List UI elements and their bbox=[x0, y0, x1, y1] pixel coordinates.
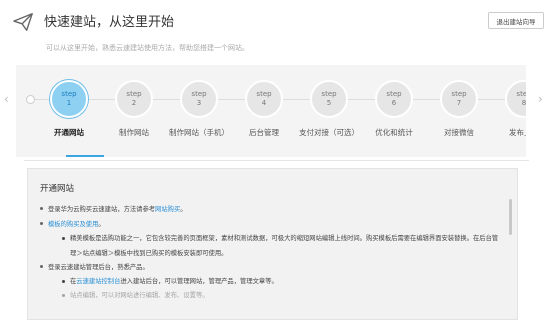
chevron-right-icon[interactable]: › bbox=[538, 93, 543, 105]
step-7[interactable]: step 7 对接微信 bbox=[424, 80, 494, 138]
step-number: 7 bbox=[456, 99, 462, 107]
step-word: step bbox=[256, 90, 272, 99]
panel-scrollbar[interactable] bbox=[509, 199, 512, 235]
step-circle: step 3 bbox=[180, 80, 218, 118]
list-item: 在云速建站控制台进入建站后台，可以管理网站，管理产品，管理文章等。 bbox=[70, 276, 278, 285]
divider bbox=[24, 160, 529, 161]
step-number: 2 bbox=[131, 99, 137, 107]
step-number: 1 bbox=[66, 99, 72, 107]
step-label: 优化和统计 bbox=[375, 128, 413, 137]
bullet bbox=[62, 237, 65, 240]
bullet bbox=[40, 222, 43, 225]
step-2[interactable]: step 2 制作网站 bbox=[99, 80, 169, 138]
list-item: 理＞站点编辑＞模板中找到已购买的模板安装即可使用。 bbox=[70, 250, 228, 257]
step-circle: step 2 bbox=[115, 80, 153, 118]
page-title: 快速建站，从这里开始 bbox=[44, 15, 175, 30]
step-word: step bbox=[386, 90, 402, 99]
step-word: step bbox=[516, 90, 526, 99]
step-word: step bbox=[321, 90, 337, 99]
step-word: step bbox=[61, 90, 77, 99]
content-panel: 开通网站 登录华为云购买云速建站，方法请参考网站购买。 模板的购买及使用。 精美… bbox=[27, 168, 518, 320]
list-item: 登录云速建站管理后台，熟悉产品。 bbox=[48, 264, 149, 271]
step-number: 5 bbox=[326, 99, 332, 107]
item-text: 。 bbox=[98, 221, 105, 228]
list-item: 模板的购买及使用。 bbox=[48, 219, 105, 228]
bullet bbox=[62, 294, 65, 297]
step-word: step bbox=[126, 90, 142, 99]
list-item: 登录华为云购买云速建站，方法请参考网站购买。 bbox=[48, 204, 187, 213]
step-number: 6 bbox=[391, 99, 397, 107]
step-circle: step 4 bbox=[245, 80, 283, 118]
bullet bbox=[40, 265, 43, 268]
page-subtitle: 可以从这里开始，熟悉云速建站使用方法，帮助您搭建一个网站。 bbox=[46, 44, 249, 52]
step-label: 发布上线 bbox=[509, 128, 526, 137]
paper-plane-icon bbox=[13, 13, 33, 31]
step-5[interactable]: step 5 支付对接（可选） bbox=[294, 80, 364, 138]
step-number: 8 bbox=[521, 99, 526, 107]
step-6[interactable]: step 6 优化和统计 bbox=[359, 80, 429, 138]
step-1[interactable]: step 1 开通网站 bbox=[34, 80, 104, 138]
step-8[interactable]: step8 发布上线 bbox=[489, 80, 526, 138]
step-number: 3 bbox=[196, 99, 202, 107]
step-label: 支付对接（可选） bbox=[299, 128, 359, 137]
step-label: 后台管理 bbox=[249, 128, 279, 137]
item-text: 进入建站后台，可以管理网站，管理产品，管理文章等。 bbox=[120, 278, 278, 285]
exit-guide-button[interactable]: 退出建站向导 bbox=[488, 12, 544, 29]
step-word: step bbox=[451, 90, 467, 99]
step-circle: step 5 bbox=[310, 80, 348, 118]
link-website-purchase[interactable]: 网站购买 bbox=[155, 206, 180, 213]
step-label: 开通网站 bbox=[54, 128, 84, 137]
item-text: 。 bbox=[180, 206, 187, 213]
link-template-usage[interactable]: 模板的购买及使用 bbox=[48, 221, 98, 228]
step-circle: step 7 bbox=[440, 80, 478, 118]
step-word: step bbox=[191, 90, 207, 99]
list-item: 站点编辑，可以对网站进行编辑、发布、设置等。 bbox=[70, 292, 209, 299]
step-circle: step8 bbox=[505, 80, 526, 118]
step-label: 对接微信 bbox=[444, 128, 474, 137]
panel-title: 开通网站 bbox=[40, 184, 75, 194]
step-circle: step 6 bbox=[375, 80, 413, 118]
step-number: 4 bbox=[261, 99, 267, 107]
bullet bbox=[62, 280, 65, 283]
bullet bbox=[40, 207, 43, 210]
list-item: 精美模板是选购功能之一，它包含较完善的页面框架，素材和测试数据，可极大的缩短网站… bbox=[70, 235, 499, 242]
chevron-left-icon[interactable]: ‹ bbox=[4, 93, 9, 105]
step-label: 制作网站（手机） bbox=[169, 128, 229, 137]
step-3[interactable]: step 3 制作网站（手机） bbox=[164, 80, 234, 138]
item-text: 登录华为云购买云速建站，方法请参考 bbox=[48, 206, 156, 213]
link-console[interactable]: 云速建站控制台 bbox=[76, 278, 120, 285]
step-circle: step 1 bbox=[50, 80, 88, 118]
step-label: 制作网站 bbox=[119, 128, 149, 137]
active-step-underline bbox=[66, 155, 104, 157]
step-4[interactable]: step 4 后台管理 bbox=[229, 80, 299, 138]
step-carousel: step 1 开通网站 step 2 制作网站 step 3 制作网站（手机） step 4 后台管理… bbox=[16, 65, 526, 157]
